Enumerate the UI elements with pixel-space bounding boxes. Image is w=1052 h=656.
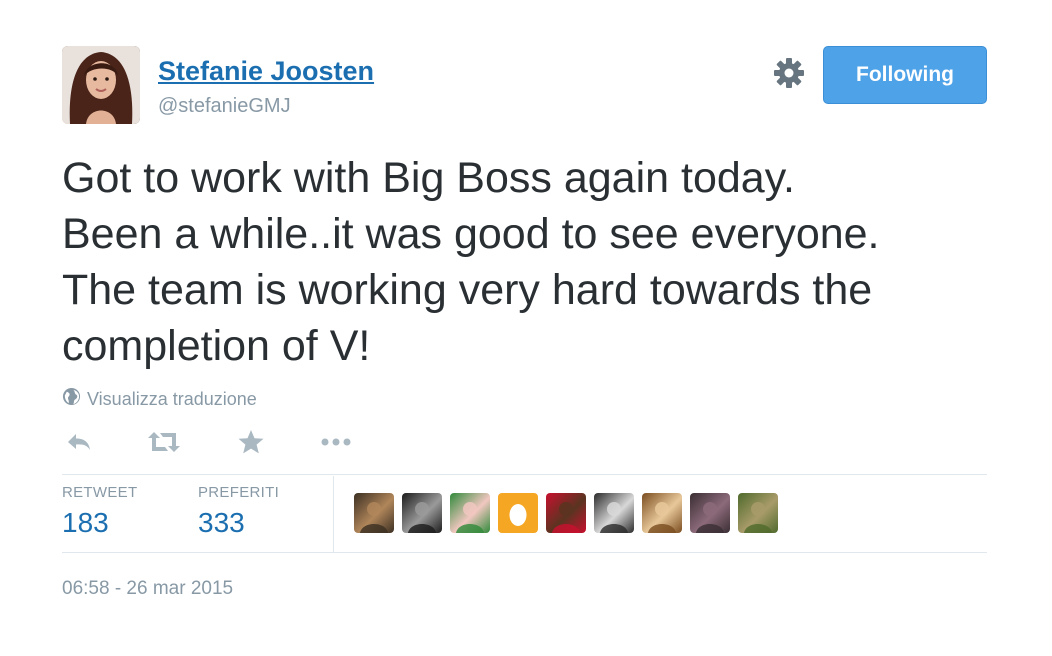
gear-icon[interactable] — [772, 56, 806, 90]
reply-icon[interactable] — [62, 425, 96, 459]
avatar-1[interactable] — [354, 493, 394, 533]
retweet-icon[interactable] — [146, 425, 180, 459]
avatar-6[interactable] — [594, 493, 634, 533]
stats-vertical-divider — [333, 476, 334, 552]
retweet-stat-label: RETWEET — [62, 484, 138, 501]
user-name-link[interactable]: Stefanie Joosten — [158, 56, 374, 87]
avatar-3[interactable] — [450, 493, 490, 533]
stats-divider-bottom — [62, 552, 987, 553]
avatar-4-egg[interactable] — [498, 493, 538, 533]
tweet-text: Got to work with Big Boss again today. B… — [62, 154, 880, 370]
favorites-stat-label: PREFERITI — [198, 484, 280, 501]
retweet-stat[interactable]: RETWEET 183 — [62, 484, 137, 539]
favorites-count[interactable]: 333 — [198, 507, 279, 539]
profile-avatar[interactable] — [62, 46, 140, 124]
avatar-5[interactable] — [546, 493, 586, 533]
tweet-timestamp[interactable]: 06:58 - 26 mar 2015 — [62, 578, 233, 600]
translate-label: Visualizza traduzione — [87, 388, 257, 409]
retweet-count[interactable]: 183 — [62, 507, 137, 539]
translate-link[interactable]: Visualizza traduzione — [62, 387, 257, 411]
favorite-star-icon[interactable] — [234, 425, 268, 459]
following-button[interactable]: Following — [823, 46, 987, 104]
avatar-8[interactable] — [690, 493, 730, 533]
user-handle: @stefanieGMJ — [158, 95, 291, 117]
favorites-stat[interactable]: PREFERITI 333 — [198, 484, 279, 539]
stats-divider-top — [62, 474, 987, 475]
avatar-7[interactable] — [642, 493, 682, 533]
more-dots-icon[interactable] — [318, 425, 352, 459]
globe-icon — [62, 387, 81, 411]
avatar-2[interactable] — [402, 493, 442, 533]
avatar-9[interactable] — [738, 493, 778, 533]
